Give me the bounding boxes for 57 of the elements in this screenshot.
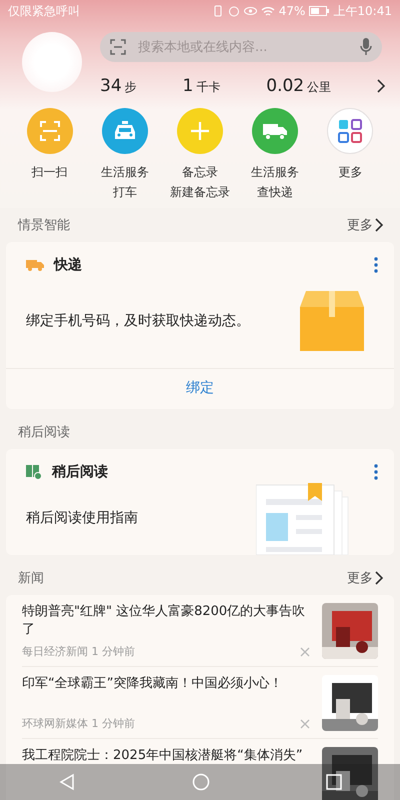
close-icon[interactable]: [300, 718, 310, 728]
apps-icon: [338, 119, 362, 143]
news-title[interactable]: 我工程院院士：2025年中国核潜艇将“集体消失”: [22, 747, 312, 765]
shortcut-label: 备忘录: [182, 164, 218, 180]
shortcut-sublabel: 打车: [112, 184, 137, 200]
more-link[interactable]: 更多: [347, 569, 384, 587]
stat-value: 0.02 公里: [266, 76, 332, 96]
shortcut-button[interactable]: [102, 108, 148, 154]
section-title: 情景智能: [18, 217, 70, 234]
news-meta: 每日经济新闻 1 分钟前: [22, 644, 135, 659]
eye-icon: [244, 6, 257, 16]
shortcut-label: 生活服务: [251, 164, 300, 180]
status-text: 仅限紧急呼叫: [8, 2, 80, 20]
shortcut-label: 更多: [338, 164, 362, 180]
scan-icon[interactable]: [110, 39, 126, 55]
taxi-icon: [112, 120, 137, 142]
search-input[interactable]: 搜索本地或在线内容...: [136, 38, 350, 56]
shortcut-label: 扫一扫: [32, 164, 68, 180]
news-title[interactable]: 特朗普亮"红牌" 这位华人富豪8200亿的大事告吹了: [22, 603, 312, 639]
wifi-icon: [260, 6, 275, 16]
shortcut-sublabel: 查快递: [257, 184, 294, 200]
truck-icon: [26, 259, 44, 271]
plus-icon: [188, 120, 211, 142]
battery-percent: 47%: [278, 4, 306, 18]
more-options-icon[interactable]: [374, 257, 378, 273]
clock-time: 上午10:41: [333, 2, 392, 20]
shortcut-sublabel: 新建备忘录: [170, 184, 230, 200]
card-text: 稍后阅读使用指南: [26, 509, 138, 527]
bind-button[interactable]: 绑定: [6, 368, 394, 409]
more-options-icon[interactable]: [374, 464, 378, 480]
stat-value: 1 千卡: [182, 76, 220, 96]
chevron-icon: [375, 571, 384, 585]
card-text: 绑定手机号码，及时获取快递动态。: [26, 312, 250, 330]
box-icon: [300, 291, 364, 351]
search-bar[interactable]: 搜索本地或在线内容...: [100, 32, 382, 62]
news-title[interactable]: 印军“全球霸王”突降我藏南！中国必须小心！: [22, 675, 312, 693]
shortcut-button[interactable]: [327, 108, 374, 154]
stat-value: 34 步: [100, 76, 137, 96]
card-title: 快递: [54, 256, 83, 274]
shortcut-label: 生活服务: [100, 164, 149, 180]
section-title: 新闻: [18, 570, 44, 587]
shortcut-button[interactable]: [252, 108, 298, 154]
battery-icon: [309, 6, 330, 16]
truck-icon: [262, 121, 288, 141]
section-title: 稍后阅读: [18, 424, 70, 441]
scan-icon: [38, 120, 61, 142]
microphone-icon[interactable]: [360, 38, 372, 56]
back-button[interactable]: [58, 773, 76, 791]
close-icon[interactable]: [300, 646, 310, 656]
home-button[interactable]: [192, 773, 210, 791]
more-link[interactable]: 更多: [347, 216, 384, 234]
news-meta: 环球网新媒体 1 分钟前: [22, 716, 135, 731]
recents-button[interactable]: [326, 774, 342, 790]
card-title: 稍后阅读: [52, 463, 109, 481]
chevron-icon: [377, 79, 386, 93]
chevron-icon: [375, 218, 384, 232]
book-icon: [26, 464, 42, 480]
